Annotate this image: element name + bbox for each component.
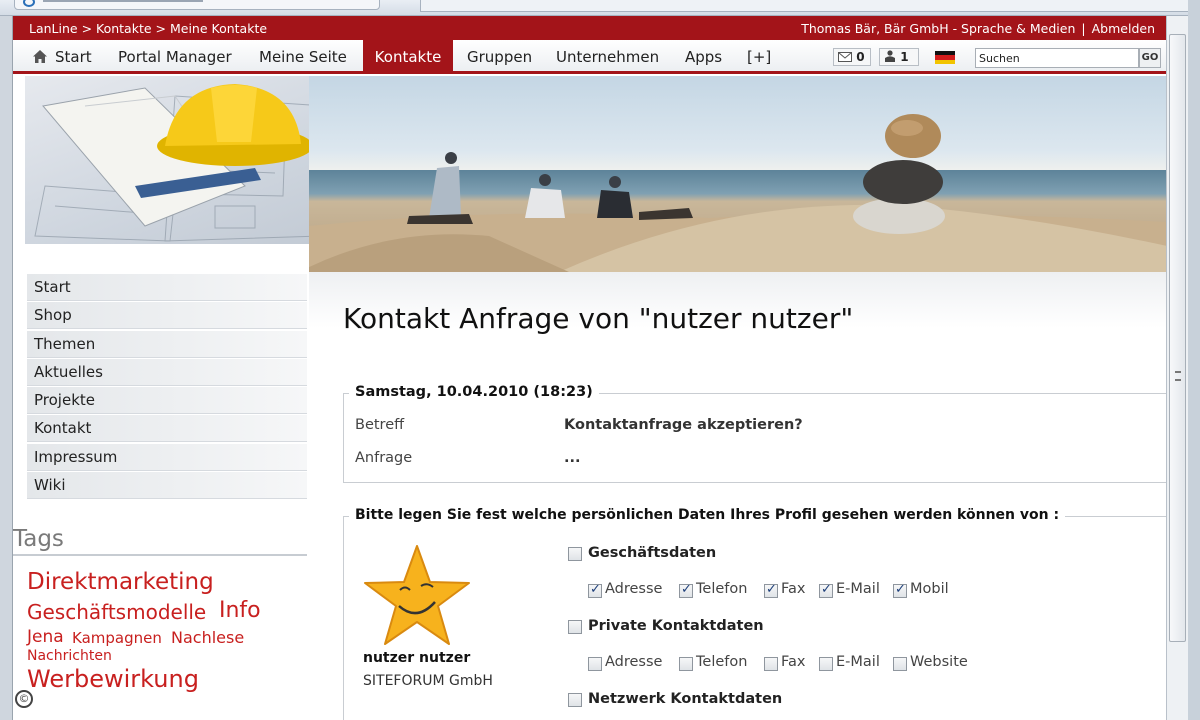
user-company-label: SITEFORUM GmbH	[363, 673, 493, 689]
envelope-icon	[838, 52, 852, 62]
nav-item-more[interactable]: [+]	[747, 40, 777, 74]
sidebar-item-shop[interactable]: Shop	[27, 302, 307, 330]
label-p-fax: Fax	[781, 654, 806, 670]
checkbox-g-email[interactable]	[819, 582, 833, 598]
label-g-fax: Fax	[781, 581, 806, 597]
nav-item-kontakte[interactable]: Kontakte	[363, 40, 453, 74]
top-bar: LanLine > Kontakte > Meine Kontakte Thom…	[13, 16, 1166, 40]
page-title: Kontakt Anfrage von "nutzer nutzer"	[343, 302, 854, 335]
nav-item-portal-manager[interactable]: Portal Manager	[117, 40, 249, 74]
label-g-adresse: Adresse	[605, 581, 663, 597]
permissions-legend: Bitte legen Sie fest welche persönlichen…	[349, 507, 1066, 523]
tags-heading: Tags	[13, 526, 307, 556]
label-g-telefon: Telefon	[696, 581, 748, 597]
browser-icon	[23, 0, 35, 7]
breadcrumb[interactable]: LanLine > Kontakte > Meine Kontakte	[29, 21, 267, 36]
sidebar-item-projekte[interactable]: Projekte	[27, 387, 307, 415]
group-label-netzwerk-kontaktdaten: Netzwerk Kontaktdaten	[588, 691, 783, 707]
requests-count: 1	[900, 50, 909, 64]
requests-button[interactable]: 1	[879, 48, 919, 66]
tag-info[interactable]: Info	[219, 598, 261, 623]
checkbox-p-fax[interactable]	[764, 657, 778, 671]
label-g-email: E-Mail	[836, 581, 880, 597]
nav-item-gruppen[interactable]: Gruppen	[467, 40, 547, 74]
tab-title-placeholder	[43, 0, 203, 2]
nav-item-unternehmen[interactable]: Unternehmen	[556, 40, 666, 74]
tag-jena[interactable]: Jena	[27, 627, 64, 647]
logout-link[interactable]: Abmelden	[1092, 21, 1155, 36]
main-nav: Start Portal Manager Meine Seite Kontakt…	[13, 40, 1166, 74]
nav-label: Start	[55, 48, 92, 66]
tag-nachlese[interactable]: Nachlese	[171, 628, 244, 647]
checkbox-p-email[interactable]	[819, 657, 833, 671]
checkbox-g-fax[interactable]	[764, 582, 778, 598]
sidebar-item-wiki[interactable]: Wiki	[27, 472, 307, 500]
tag-werbewirkung[interactable]: Werbewirkung	[27, 665, 199, 693]
checkbox-p-website[interactable]	[893, 657, 907, 671]
checkbox-geschaeftsdaten[interactable]	[568, 547, 582, 561]
sidebar-item-kontakt[interactable]: Kontakt	[27, 415, 307, 443]
header-image-blueprint	[25, 76, 333, 244]
tag-nachrichten[interactable]: Nachrichten	[27, 648, 112, 664]
search-input[interactable]	[975, 48, 1139, 68]
page: LanLine > Kontakte > Meine Kontakte Thom…	[12, 16, 1166, 720]
checkbox-private-kontaktdaten[interactable]	[568, 620, 582, 634]
label-p-adresse: Adresse	[605, 654, 663, 670]
group-label-private-kontaktdaten: Private Kontaktdaten	[588, 618, 764, 634]
sidebar-item-start[interactable]: Start	[27, 274, 307, 301]
vertical-scrollbar[interactable]	[1166, 16, 1188, 720]
browser-toolbar-right	[420, 0, 1190, 12]
header-image-beach	[309, 76, 1166, 272]
checkbox-g-telefon[interactable]	[679, 582, 693, 598]
search-go-button[interactable]: GO	[1139, 48, 1161, 68]
browser-toolbar	[0, 0, 1200, 16]
home-icon	[33, 50, 47, 63]
checkbox-netzwerk-kontaktdaten[interactable]	[568, 693, 582, 707]
messages-count: 0	[856, 50, 865, 64]
request-label: Anfrage	[355, 450, 413, 466]
subject-value: Kontaktanfrage akzeptieren?	[564, 417, 803, 433]
request-box	[343, 393, 1166, 483]
label-p-telefon: Telefon	[696, 654, 748, 670]
label-p-email: E-Mail	[836, 654, 880, 670]
scrollbar-grip-icon	[1175, 371, 1181, 381]
sidebar-item-themen[interactable]: Themen	[27, 330, 307, 358]
label-g-mobil: Mobil	[910, 581, 949, 597]
de-flag-icon[interactable]	[935, 51, 955, 64]
checkbox-g-mobil[interactable]	[893, 582, 907, 598]
nav-item-apps[interactable]: Apps	[685, 40, 729, 74]
window-frame	[1188, 0, 1200, 720]
checkbox-g-adresse[interactable]	[588, 582, 602, 598]
sidebar-item-aktuelles[interactable]: Aktuelles	[27, 358, 307, 386]
label-p-website: Website	[910, 654, 968, 670]
checkbox-p-adresse[interactable]	[588, 657, 602, 671]
subject-label: Betreff	[355, 417, 405, 433]
browser-tab[interactable]	[14, 0, 380, 10]
nav-item-start[interactable]: Start	[27, 40, 113, 74]
sidebar-item-impressum[interactable]: Impressum	[27, 443, 307, 471]
tag-kampagnen[interactable]: Kampagnen	[72, 629, 162, 647]
user-bar: Thomas Bär, Bär GmbH - Sprache & Medien |…	[801, 21, 1155, 36]
user-name[interactable]: Thomas Bär, Bär GmbH - Sprache & Medien	[801, 21, 1075, 36]
request-date: Samstag, 10.04.2010 (18:23)	[349, 384, 599, 400]
sidebar-nav: Start Shop Themen Aktuelles Projekte Kon…	[27, 274, 307, 500]
scrollbar-thumb[interactable]	[1169, 34, 1186, 642]
tag-direktmarketing[interactable]: Direktmarketing	[27, 569, 214, 595]
messages-button[interactable]: 0	[833, 48, 871, 66]
nav-item-meine-seite[interactable]: Meine Seite	[259, 40, 365, 74]
separator: |	[1081, 21, 1086, 36]
request-value: ...	[564, 450, 581, 466]
copyright-icon: ©	[15, 690, 33, 708]
group-label-geschaeftsdaten: Geschäftsdaten	[588, 545, 717, 561]
tag-geschaeftsmodelle[interactable]: Geschäftsmodelle	[27, 600, 206, 624]
user-avatar-star-icon[interactable]	[363, 544, 471, 648]
user-name-label[interactable]: nutzer nutzer	[363, 650, 470, 666]
checkbox-p-telefon[interactable]	[679, 657, 693, 671]
person-icon	[885, 50, 895, 62]
